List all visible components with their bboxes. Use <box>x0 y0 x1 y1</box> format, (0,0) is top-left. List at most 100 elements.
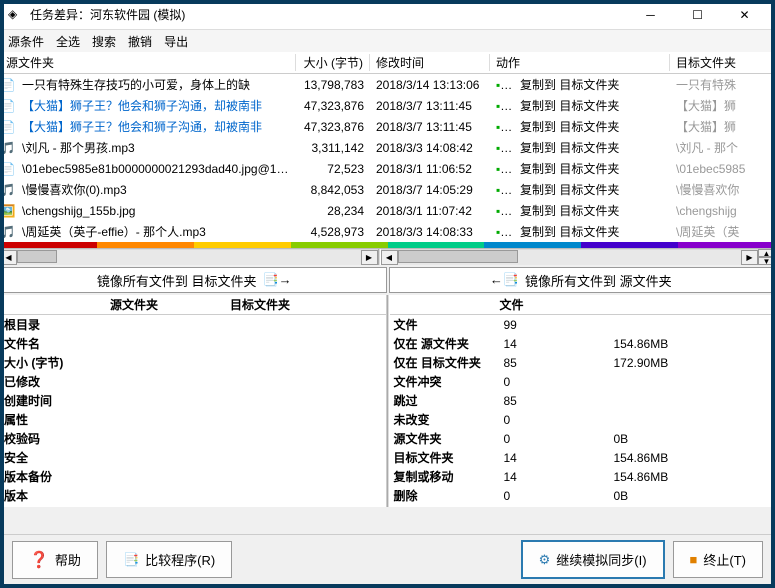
stat-row: 仅在 目标文件夹85172.90MB <box>390 353 775 372</box>
file-target: \周延英（英 <box>670 223 775 240</box>
property-label: 大小 (字节) <box>4 354 114 371</box>
property-row: 校验码 <box>0 429 386 448</box>
stat-label: 未改变 <box>394 411 504 428</box>
left-header-target: 目标文件夹 <box>230 296 386 313</box>
property-row: 版本 <box>0 486 386 505</box>
property-row: 大小 (字节) <box>0 353 386 372</box>
file-icon: 🖼️ <box>0 204 16 218</box>
scrollbar-row: ◀ ▶ ◀ ▶ ▲ ▼ <box>0 248 775 265</box>
window-title: 任务差异：河东软件园 (模拟) <box>30 6 628 23</box>
file-size: 13,798,783 <box>296 78 370 92</box>
property-label: 属性 <box>4 411 114 428</box>
minimize-button[interactable]: ─ <box>628 1 673 29</box>
file-name: 【大猫】狮子王？他会和狮子沟通，却被南非 <box>16 97 296 114</box>
stat-value: 85 <box>504 356 614 370</box>
stat-label: 删除 <box>394 487 504 504</box>
action-icon: ▪▸▸ <box>490 204 514 218</box>
file-target: \01ebec5985 <box>670 162 775 176</box>
scroll-track-2[interactable] <box>398 250 742 265</box>
file-mtime: 2018/3/3 14:08:33 <box>370 225 490 239</box>
file-name: 【大猫】狮子王？他会和狮子沟通，却被南非 <box>16 118 296 135</box>
property-row: 属性 <box>0 410 386 429</box>
file-icon: 📄 <box>0 99 16 113</box>
table-row[interactable]: 📄一只有特殊生存技巧的小可爱，身体上的缺13,798,7832018/3/14 … <box>0 74 775 95</box>
scroll-track[interactable] <box>17 250 361 265</box>
stat-label: 仅在 目标文件夹 <box>394 354 504 371</box>
file-target: \慢慢喜欢你 <box>670 181 775 198</box>
file-name: \chengshijg_155b.jpg <box>16 204 296 218</box>
table-row[interactable]: 📄\01ebec5985e81b0000000021293dad40.jpg@1… <box>0 158 775 179</box>
property-row: 安全 <box>0 448 386 467</box>
property-label: 安全 <box>4 449 114 466</box>
action-icon: ▪▸▸ <box>490 99 514 113</box>
scroll-thumb-2[interactable] <box>398 250 518 263</box>
menu-undo[interactable]: 撤销 <box>128 33 152 50</box>
stat-row: 提示0 <box>390 505 775 507</box>
file-name: \01ebec5985e81b0000000021293dad40.jpg@12… <box>16 162 296 176</box>
stat-extra: 154.86MB <box>614 337 772 351</box>
table-row[interactable]: 📄【大猫】狮子王？他会和狮子沟通，却被南非47,323,8762018/3/7 … <box>0 95 775 116</box>
mirror-to-source-button[interactable]: ←📑 镜像所有文件到 源文件夹 <box>389 267 774 293</box>
menu-source[interactable]: 源条件 <box>8 33 44 50</box>
file-icon: 🎵 <box>0 141 16 155</box>
file-size: 47,323,876 <box>296 99 370 113</box>
col-source[interactable]: 源文件夹 <box>0 54 296 71</box>
mirror-right-icon: 📑→ <box>262 272 291 288</box>
scroll-left-button[interactable]: ◀ <box>0 250 17 265</box>
property-label: 创建时间 <box>4 392 114 409</box>
menu-export[interactable]: 导出 <box>164 33 188 50</box>
titlebar: ◈ 任务差异：河东软件园 (模拟) ─ ☐ ✕ <box>0 0 775 30</box>
table-row[interactable]: 🎵\刘凡 - 那个男孩.mp33,311,1422018/3/3 14:08:4… <box>0 137 775 158</box>
file-size: 28,234 <box>296 204 370 218</box>
menu-search[interactable]: 搜索 <box>92 33 116 50</box>
file-mtime: 2018/3/1 11:07:42 <box>370 204 490 218</box>
property-row: 版本备份 <box>0 467 386 486</box>
file-target: 【大猫】狮 <box>670 97 775 114</box>
stat-label: 提示 <box>394 506 504 507</box>
mirror-to-target-button[interactable]: 镜像所有文件到 目标文件夹 📑→ <box>2 267 387 293</box>
file-icon: 📄 <box>0 162 16 176</box>
stats-panel: 文件99仅在 源文件夹14154.86MB仅在 目标文件夹85172.90MB文… <box>390 315 775 507</box>
scroll-thumb[interactable] <box>17 250 57 263</box>
table-row[interactable]: 📄【大猫】狮子王？他会和狮子沟通，却被南非47,323,8762018/3/7 … <box>0 116 775 137</box>
stat-label: 源文件夹 <box>394 430 504 447</box>
stat-label: 目标文件夹 <box>394 449 504 466</box>
stat-label: 仅在 源文件夹 <box>394 335 504 352</box>
stat-row: 删除00B <box>390 486 775 505</box>
scroll-right-button-2[interactable]: ▶ <box>741 250 758 265</box>
file-table[interactable]: 📄一只有特殊生存技巧的小可爱，身体上的缺13,798,7832018/3/14 … <box>0 74 775 242</box>
stat-extra: 0B <box>614 489 772 503</box>
file-target: 一只有特殊 <box>670 76 775 93</box>
property-row: 已修改 <box>0 372 386 391</box>
maximize-button[interactable]: ☐ <box>675 1 720 29</box>
close-button[interactable]: ✕ <box>722 1 767 29</box>
scroll-right-button[interactable]: ▶ <box>361 250 378 265</box>
table-row[interactable]: 🖼️\chengshijg_155b.jpg28,2342018/3/1 11:… <box>0 200 775 221</box>
stat-value: 0 <box>504 413 614 427</box>
file-size: 72,523 <box>296 162 370 176</box>
col-target[interactable]: 目标文件夹 <box>670 54 775 71</box>
property-label: 文件名 <box>4 335 114 352</box>
scroll-left-button-2[interactable]: ◀ <box>381 250 398 265</box>
file-size: 4,528,973 <box>296 225 370 239</box>
mirror-left-icon: ←📑 <box>490 272 519 288</box>
property-row: 根目录 <box>0 315 386 334</box>
stat-label: 跳过 <box>394 392 504 409</box>
menu-selectall[interactable]: 全选 <box>56 33 80 50</box>
file-action: 复制到 目标文件夹 <box>514 76 670 93</box>
right-header: 文件 <box>500 296 775 313</box>
col-size[interactable]: 大小 (字节) <box>296 54 370 71</box>
file-name: \刘凡 - 那个男孩.mp3 <box>16 139 296 156</box>
property-label: 根目录 <box>4 316 114 333</box>
col-action[interactable]: 动作 <box>490 54 670 71</box>
action-icon: ▪▸▸ <box>490 141 514 155</box>
file-name: 一只有特殊生存技巧的小可爱，身体上的缺 <box>16 76 296 93</box>
stat-extra: 172.90MB <box>614 356 772 370</box>
table-row[interactable]: 🎵\慢慢喜欢你(0).mp38,842,0532018/3/7 14:05:29… <box>0 179 775 200</box>
stat-extra: 0B <box>614 432 772 446</box>
col-mtime[interactable]: 修改时间 <box>370 54 490 71</box>
scroll-down-button[interactable]: ▼ <box>758 257 775 265</box>
table-row[interactable]: 🎵\周延英（英子-effie）- 那个人.mp34,528,9732018/3/… <box>0 221 775 242</box>
stat-row: 源文件夹00B <box>390 429 775 448</box>
stat-value: 14 <box>504 451 614 465</box>
